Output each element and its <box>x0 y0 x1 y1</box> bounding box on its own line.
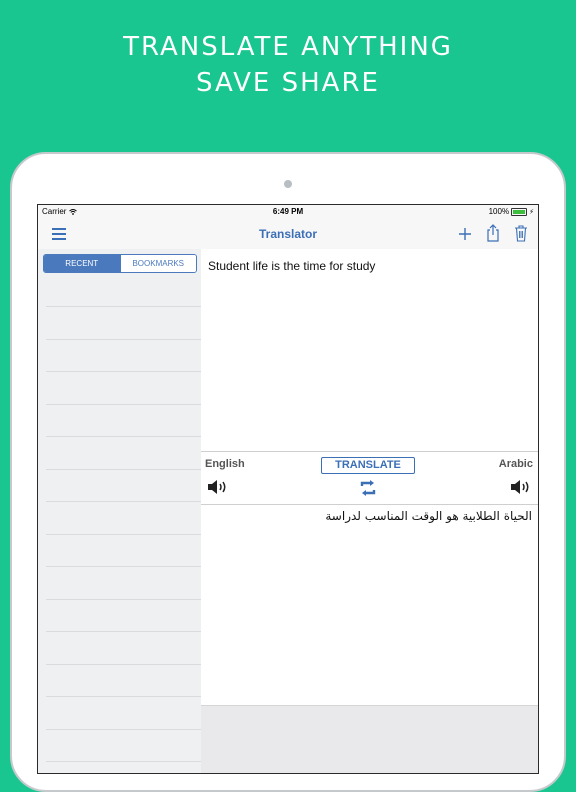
camera-dot <box>284 180 292 188</box>
speaker-icon[interactable] <box>206 478 230 496</box>
tab-recent[interactable]: RECENT <box>44 255 120 272</box>
list-divider <box>46 566 201 567</box>
list-divider <box>46 436 201 437</box>
list-divider <box>46 469 201 470</box>
translation-pane: Student life is the time for study Engli… <box>201 249 538 773</box>
list-divider <box>46 501 201 502</box>
list-divider <box>46 599 201 600</box>
list-divider <box>46 631 201 632</box>
translation-controls: English TRANSLATE Arabic <box>201 451 538 505</box>
list-divider <box>46 306 201 307</box>
battery-indicator: 100% ⚡ <box>488 207 534 216</box>
promo-headline-line1: TRANSLATE ANYTHING <box>123 32 453 62</box>
source-text-input[interactable]: Student life is the time for study <box>208 259 375 273</box>
history-sidebar: RECENT BOOKMARKS <box>38 249 202 773</box>
recent-bookmarks-toggle: RECENT BOOKMARKS <box>43 254 197 273</box>
swap-languages-icon[interactable] <box>359 479 377 497</box>
list-divider <box>46 534 201 535</box>
charging-icon: ⚡ <box>529 208 534 216</box>
promo-headline-line2: SAVE SHARE <box>196 68 380 98</box>
list-divider <box>46 404 201 405</box>
navigation-bar: Translator <box>38 219 538 250</box>
speaker-icon[interactable] <box>509 478 533 496</box>
translate-button[interactable]: TRANSLATE <box>321 457 415 474</box>
list-divider <box>46 729 201 730</box>
plus-icon[interactable] <box>458 226 472 244</box>
source-language-button[interactable]: English <box>205 458 245 470</box>
clock: 6:49 PM <box>272 207 304 216</box>
app-screen: Carrier 6:49 PM 100% ⚡ Translator RECENT… <box>37 204 539 774</box>
list-divider <box>46 761 201 762</box>
list-divider <box>46 664 201 665</box>
target-language-button[interactable]: Arabic <box>499 458 533 470</box>
history-list <box>46 249 201 773</box>
translated-text: الحياة الطلابية هو الوقت المناسب لدراسة <box>325 509 532 523</box>
status-bar: Carrier 6:49 PM 100% ⚡ <box>38 205 538 219</box>
nav-actions <box>458 224 528 245</box>
battery-icon <box>511 207 528 216</box>
list-divider <box>46 339 201 340</box>
list-divider <box>46 696 201 697</box>
bottom-panel <box>201 705 538 773</box>
trash-icon[interactable] <box>514 224 528 245</box>
share-icon[interactable] <box>486 224 500 245</box>
tab-bookmarks[interactable]: BOOKMARKS <box>119 255 196 272</box>
list-divider <box>46 371 201 372</box>
